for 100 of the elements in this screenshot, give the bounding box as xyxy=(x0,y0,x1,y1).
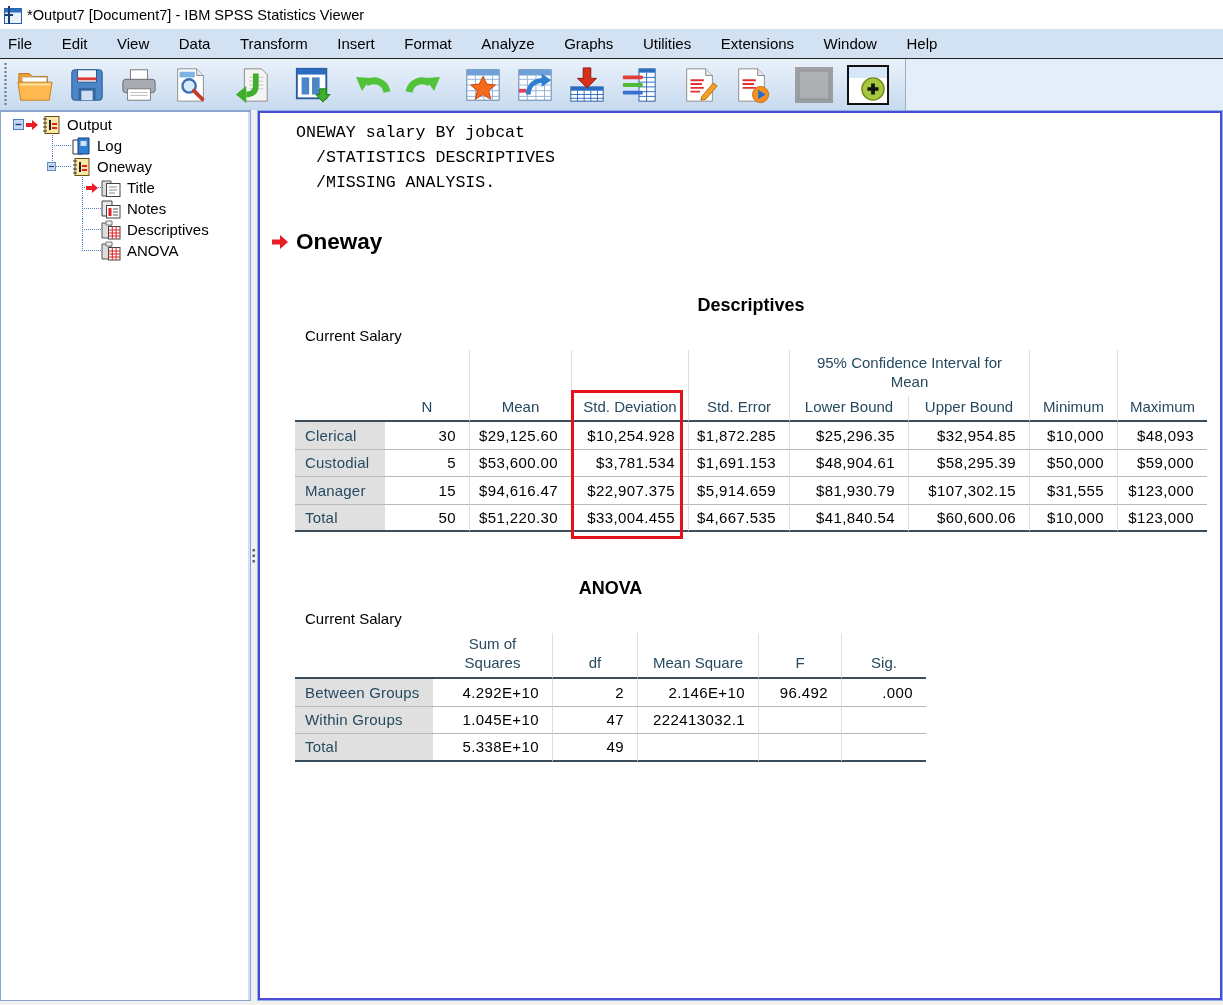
menu-item[interactable]: Help xyxy=(903,35,941,52)
menu-item[interactable]: Analyze xyxy=(478,35,538,52)
notebook-icon xyxy=(71,156,91,177)
menu-item[interactable]: Transform xyxy=(236,35,311,52)
tree-item[interactable]: Descriptives xyxy=(126,220,210,239)
column-header: Minimum xyxy=(1029,350,1117,422)
table-cell: $60,600.06 xyxy=(908,504,1029,532)
table-cell: $10,000 xyxy=(1029,422,1117,450)
column-header: F xyxy=(758,633,841,679)
menu-item[interactable]: View xyxy=(114,35,153,52)
grip-icon xyxy=(4,63,7,106)
column-header: Sum of Squares xyxy=(433,633,552,679)
row-header: Between Groups xyxy=(295,679,433,707)
column-header: Std. Error xyxy=(688,350,789,422)
tree-toggle[interactable] xyxy=(13,119,24,130)
table-cell: $5,914.659 xyxy=(688,477,789,505)
row-header: Total xyxy=(295,504,385,532)
menu-item[interactable]: Extensions xyxy=(717,35,798,52)
column-header: Mean Square xyxy=(637,633,758,679)
table-cell: $29,125.60 xyxy=(469,422,571,450)
tree-item[interactable]: Oneway xyxy=(96,157,154,176)
table-cell: $94,616.47 xyxy=(469,477,571,505)
table-cell: $107,302.15 xyxy=(908,477,1029,505)
tree-item[interactable]: Log xyxy=(96,136,124,155)
table-cell: 1.045E+10 xyxy=(433,706,552,734)
table-cell: 49 xyxy=(552,734,637,762)
table-icon xyxy=(101,240,121,261)
table-cell: $31,555 xyxy=(1029,477,1117,505)
tree-item[interactable]: Notes xyxy=(126,199,168,218)
table-cell: 30 xyxy=(385,422,469,450)
table-caption: Current Salary xyxy=(305,609,402,629)
table-cell: $48,093 xyxy=(1117,422,1207,450)
info-page-icon xyxy=(101,198,121,219)
table-down-arrow-icon xyxy=(568,64,606,105)
table-caption: Current Salary xyxy=(305,326,402,346)
column-header: Upper Bound xyxy=(908,396,1029,422)
menu-item[interactable]: Data xyxy=(175,35,214,52)
toolbar-button[interactable] xyxy=(847,64,889,105)
grip-icon xyxy=(252,548,255,563)
menu-item[interactable]: Utilities xyxy=(639,35,695,52)
table-cell: $33,004.455 xyxy=(571,504,688,532)
window-title: *Output7 [Document7] - IBM SPSS Statistics Viewer xyxy=(27,6,365,23)
table-cell: $51,220.30 xyxy=(469,504,571,532)
tree-toggle[interactable] xyxy=(47,161,56,172)
table-cell: $50,000 xyxy=(1029,449,1117,477)
menu-item[interactable]: Window xyxy=(820,35,880,52)
table-cell: $123,000 xyxy=(1117,504,1207,532)
column-header: Std. Deviation xyxy=(571,350,688,422)
table-cell: $22,907.375 xyxy=(571,477,688,505)
table-cell: .000 xyxy=(841,679,926,707)
column-header: Mean xyxy=(469,350,571,422)
column-header: Sig. xyxy=(841,633,926,679)
column-header: Maximum xyxy=(1117,350,1207,422)
table-cell: $53,600.00 xyxy=(469,449,571,477)
row-header: Within Groups xyxy=(295,706,433,734)
table-cell: $58,295.39 xyxy=(908,449,1029,477)
row-header: Total xyxy=(295,734,433,762)
app-icon xyxy=(3,4,23,25)
row-header: Custodial xyxy=(295,449,385,477)
plus-circle-icon xyxy=(861,76,885,101)
table-cell: $3,781.534 xyxy=(571,449,688,477)
table-cell: 15 xyxy=(385,477,469,505)
syntax-line: ONEWAY salary BY jobcat xyxy=(296,122,526,144)
column-header: Lower Bound xyxy=(789,396,908,422)
book-icon xyxy=(71,135,91,156)
table-cell: $123,000 xyxy=(1117,477,1207,505)
notebook-icon xyxy=(41,114,61,135)
syntax-line: /STATISTICS DESCRIPTIVES xyxy=(316,147,555,169)
table-cell: $59,000 xyxy=(1117,449,1207,477)
table-cell: $41,840.54 xyxy=(789,504,908,532)
table-cell: $48,904.61 xyxy=(789,449,908,477)
menu-item[interactable]: Format xyxy=(401,35,455,52)
table-cell: 5.338E+10 xyxy=(433,734,552,762)
menu-item[interactable]: Graphs xyxy=(561,35,617,52)
blank-square-icon xyxy=(794,65,834,104)
table-cell: 50 xyxy=(385,504,469,532)
menu-item[interactable]: Insert xyxy=(334,35,378,52)
table-cell: $81,930.79 xyxy=(789,477,908,505)
column-header: df xyxy=(552,633,637,679)
page-icon xyxy=(101,177,121,198)
syntax-line: /MISSING ANALYSIS. xyxy=(316,172,496,194)
table-cell: $32,954.85 xyxy=(908,422,1029,450)
tree-item[interactable]: Output xyxy=(66,115,114,134)
table-cell: 96.492 xyxy=(758,679,841,707)
table-cell: 4.292E+10 xyxy=(433,679,552,707)
table-cell: 222413032.1 xyxy=(637,706,758,734)
row-header: Clerical xyxy=(295,422,385,450)
tree-item[interactable]: ANOVA xyxy=(126,241,180,260)
table-cell: 2 xyxy=(552,679,637,707)
menu-item[interactable]: Edit xyxy=(58,35,91,52)
menu-item[interactable]: File xyxy=(5,35,36,52)
tree-item[interactable]: Title xyxy=(126,178,156,197)
row-header: Manager xyxy=(295,477,385,505)
table-cell: 47 xyxy=(552,706,637,734)
table-cell: $10,000 xyxy=(1029,504,1117,532)
table-cell: $25,296.35 xyxy=(789,422,908,450)
table-cell: $4,667.535 xyxy=(688,504,789,532)
table-icon xyxy=(101,219,121,240)
column-group-header: 95% Confidence Interval for Mean xyxy=(789,350,1029,396)
table-title: ANOVA xyxy=(578,577,643,600)
